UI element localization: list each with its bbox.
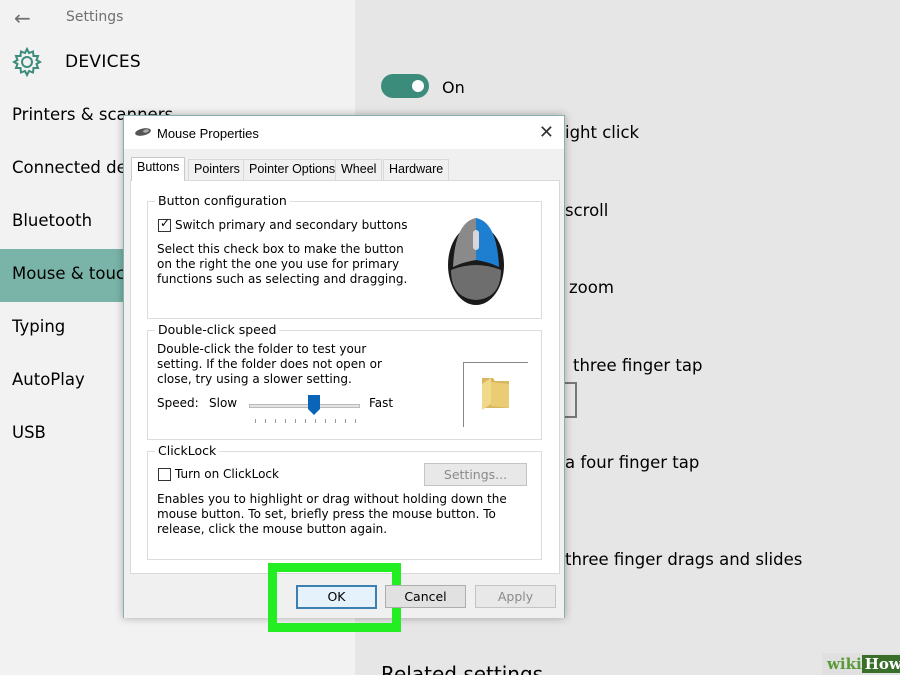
mouse-small-icon: [135, 128, 151, 136]
clicklock-title: ClickLock: [155, 443, 220, 458]
app-title: Settings: [66, 9, 124, 25]
speed-label: Speed:: [157, 396, 199, 410]
toggle-label: On: [442, 78, 465, 97]
tab-wheel[interactable]: Wheel: [335, 159, 383, 180]
tab-pointer-options[interactable]: Pointer Options: [243, 159, 342, 180]
slider-tick: [335, 419, 336, 423]
gear-icon: [12, 47, 42, 77]
slow-label: Slow: [209, 396, 238, 410]
speed-slider-thumb[interactable]: [308, 395, 320, 415]
button-config-description: Select this check box to make the button…: [157, 242, 408, 286]
slider-tick: [275, 419, 276, 423]
double-click-speed-title: Double-click speed: [155, 322, 280, 337]
tab-hardware[interactable]: Hardware: [383, 159, 450, 180]
clicklock-settings-button[interactable]: Settings...: [424, 463, 527, 486]
apply-button[interactable]: Apply: [475, 585, 556, 608]
fast-label: Fast: [369, 396, 394, 410]
close-icon[interactable]: ✕: [539, 122, 554, 143]
mouse-icon: [448, 218, 504, 305]
slider-tick: [345, 419, 346, 423]
settings-titlebar: ← Settings: [0, 0, 355, 36]
slider-tick: [315, 419, 316, 423]
switch-buttons-checkbox[interactable]: ✓: [158, 216, 171, 232]
button-configuration-title: Button configuration: [155, 193, 290, 208]
clicklock-checkbox[interactable]: [158, 468, 171, 481]
cancel-button[interactable]: Cancel: [385, 585, 466, 608]
scroll-text: scroll: [565, 201, 609, 220]
tab-pointers[interactable]: Pointers: [188, 159, 246, 180]
section-title: DEVICES: [65, 52, 141, 72]
four-finger-tap-text: a four finger tap: [565, 453, 700, 472]
related-settings-heading: Related settings: [381, 662, 544, 675]
three-finger-drags-text: three finger drags and slides: [565, 550, 803, 569]
slider-tick: [355, 419, 356, 423]
wikihow-wiki: wiki: [827, 655, 862, 673]
dialog-titlebar[interactable]: Mouse Properties ✕: [124, 116, 564, 149]
right-click-text: ight click: [565, 123, 640, 142]
clicklock-description: Enables you to highlight or drag without…: [157, 492, 507, 536]
wikihow-how: How: [861, 655, 900, 673]
back-arrow-icon[interactable]: ←: [14, 6, 31, 30]
switch-buttons-label[interactable]: Switch primary and secondary buttons: [175, 218, 408, 233]
checkmark-icon: ✓: [160, 216, 171, 230]
slider-tick: [305, 419, 306, 423]
dialog-title: Mouse Properties: [157, 126, 259, 141]
wikihow-logo: wiki How: [822, 653, 900, 675]
zoom-text: zoom: [569, 278, 614, 297]
slider-tick: [295, 419, 296, 423]
slider-tick: [265, 419, 266, 423]
slider-tick: [255, 419, 256, 423]
folder-icon[interactable]: [479, 374, 513, 412]
three-finger-tap-text: three finger tap: [573, 356, 703, 375]
slider-tick: [325, 419, 326, 423]
tab-buttons[interactable]: Buttons: [131, 157, 186, 181]
toggle-switch[interactable]: [381, 74, 429, 98]
speed-slider-track[interactable]: [249, 404, 360, 408]
slider-tick: [285, 419, 286, 423]
clicklock-label[interactable]: Turn on ClickLock: [175, 467, 279, 482]
double-click-description: Double-click the folder to test your set…: [157, 342, 382, 386]
ok-button[interactable]: OK: [296, 585, 377, 609]
